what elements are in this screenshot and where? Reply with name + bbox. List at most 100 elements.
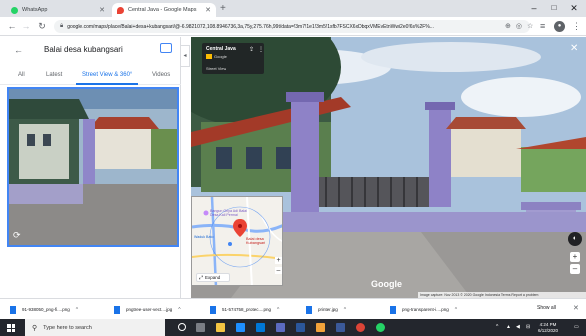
- media-icon[interactable]: ≡: [540, 21, 545, 31]
- task-view-icon[interactable]: [196, 323, 205, 332]
- photos-icon[interactable]: [336, 323, 345, 332]
- chrome-icon[interactable]: [356, 323, 365, 332]
- minimap[interactable]: Bangun Griya Adi Balai Desa Kali Permai …: [191, 196, 283, 286]
- taskbar-search-box[interactable]: ⚲ Type here to search: [25, 319, 165, 336]
- map-label: Bangun Griya Adi Balai Desa Kali Permai: [210, 209, 247, 217]
- chevron-up-icon[interactable]: ^: [455, 307, 457, 313]
- photo-category-tabs: All Latest Street View & 360° Videos: [0, 69, 181, 85]
- whatsapp-icon[interactable]: [376, 323, 385, 332]
- tab-all[interactable]: All: [18, 72, 25, 78]
- download-filename: 51-574758_protec....png: [222, 307, 272, 312]
- tab-latest[interactable]: Latest: [46, 72, 62, 78]
- address-bar[interactable]: 🔒︎ google.com/maps/place/Balai+desa+kuba…: [54, 20, 530, 33]
- chevron-up-icon[interactable]: ^: [344, 307, 346, 313]
- compass-icon[interactable]: ◐: [568, 232, 582, 246]
- download-filename: 91-938050_png-fi....png: [22, 307, 70, 312]
- close-downloads-icon[interactable]: ✕: [573, 304, 579, 312]
- minimize-window-icon[interactable]: –: [524, 2, 544, 14]
- edge-browser-icon[interactable]: [236, 323, 245, 332]
- thumbnail-scene: [9, 89, 177, 245]
- volume-icon[interactable]: ◀: [516, 324, 520, 330]
- street-view-thumbnail[interactable]: ⟳: [7, 87, 179, 247]
- street-view-label: Street View: [206, 66, 227, 71]
- photos-side-panel: ← Balai desa kubangsari All Latest Stree…: [0, 37, 181, 298]
- store-icon[interactable]: [256, 323, 265, 332]
- google-watermark: Google: [371, 279, 402, 289]
- zoom-out-icon[interactable]: –: [275, 267, 282, 274]
- tab-videos[interactable]: Videos: [152, 72, 170, 78]
- tab-google-maps[interactable]: Central Java - Google Maps ✕: [112, 3, 216, 17]
- chevron-up-icon[interactable]: ^: [76, 307, 78, 313]
- expand-icon: ⤢: [199, 274, 204, 281]
- tab-title: Central Java - Google Maps: [128, 7, 197, 13]
- clock-date: 6/12/2020: [538, 328, 559, 333]
- download-filename: png-transparent-i....png: [402, 307, 449, 312]
- street-view-360-icon: ⟳: [13, 230, 21, 240]
- map-label: Balai desa Kubangsari: [246, 237, 266, 245]
- tab-whatsapp[interactable]: WhatsApp ✕: [6, 3, 110, 17]
- chevron-up-icon[interactable]: ^: [178, 307, 180, 313]
- browser-toolbar: ← → ↻ 🔒︎ google.com/maps/place/Balai+des…: [0, 17, 586, 36]
- download-item[interactable]: printer.jpg ^: [306, 304, 346, 315]
- zoom-in-icon[interactable]: +: [275, 257, 282, 264]
- app-icon[interactable]: [316, 323, 325, 332]
- file-icon: [306, 305, 312, 314]
- zoom-out-icon[interactable]: –: [570, 264, 580, 274]
- file-icon: [390, 305, 396, 314]
- search-placeholder: Type here to search: [43, 324, 92, 331]
- close-street-view-icon[interactable]: ✕: [570, 44, 578, 54]
- download-item[interactable]: png-transparent-i....png ^: [390, 304, 457, 315]
- active-tab-indicator: [76, 83, 138, 85]
- menu-kebab-icon[interactable]: ⋮: [572, 21, 581, 31]
- network-icon[interactable]: ▲: [506, 324, 511, 330]
- new-tab-plus-icon[interactable]: +: [220, 3, 226, 15]
- expand-label: Expand: [205, 275, 221, 280]
- mail-icon[interactable]: [276, 323, 285, 332]
- download-item[interactable]: 51-574758_protec....png ^: [210, 304, 279, 315]
- map-label: Waduk Bato: [194, 235, 214, 239]
- browser-tab-strip: WhatsApp ✕ Central Java - Google Maps ✕ …: [0, 0, 586, 17]
- back-arrow-icon[interactable]: ←: [6, 21, 18, 31]
- location-icon[interactable]: ⊕: [505, 23, 516, 30]
- maximize-window-icon[interactable]: □: [544, 2, 564, 14]
- close-tab-icon[interactable]: ✕: [205, 6, 211, 14]
- back-arrow-icon[interactable]: ←: [14, 45, 23, 55]
- windows-start-icon[interactable]: [7, 324, 15, 332]
- downloads-bar: 91-938050_png-fi....png ^ pngtree-user-v…: [0, 298, 586, 319]
- street-view-info-card: Central Java ⇪ ⋮ Google Street View: [202, 43, 264, 74]
- tab-street-view-360[interactable]: Street View & 360°: [82, 72, 132, 78]
- address-bar-actions: ⊕◎☆: [505, 22, 538, 30]
- language-icon[interactable]: ⊟: [526, 324, 530, 330]
- lock-icon: 🔒︎: [60, 23, 64, 29]
- expand-map-button[interactable]: ⤢ Expand: [196, 273, 230, 282]
- forward-arrow-icon[interactable]: →: [20, 21, 32, 31]
- add-photo-icon[interactable]: [160, 43, 172, 53]
- close-window-icon[interactable]: ✕: [564, 2, 584, 14]
- show-all-downloads-link[interactable]: Show all: [537, 305, 556, 311]
- url-text: google.com/maps/place/Balai+desa+kubangs…: [67, 23, 434, 30]
- chevron-up-icon[interactable]: ^: [277, 307, 279, 313]
- file-explorer-icon[interactable]: [216, 323, 225, 332]
- file-icon: [210, 305, 216, 314]
- collapse-panel-button[interactable]: ◂: [181, 45, 190, 67]
- close-tab-icon[interactable]: ✕: [99, 6, 105, 14]
- zoom-in-icon[interactable]: +: [570, 252, 580, 262]
- download-filename: printer.jpg: [318, 307, 338, 312]
- cortana-icon[interactable]: [178, 323, 186, 331]
- whatsapp-favicon-icon: [11, 6, 18, 14]
- system-clock[interactable]: 4:24 PM 6/12/2020: [538, 322, 558, 334]
- more-options-icon[interactable]: ⋮: [258, 46, 264, 53]
- download-item[interactable]: pngtree-user-vect....jpg ^: [114, 304, 181, 315]
- extension-icon[interactable]: ◎: [516, 23, 527, 30]
- notifications-icon[interactable]: ▭: [574, 324, 579, 330]
- image-source: Google: [214, 54, 227, 59]
- file-icon: [10, 305, 16, 314]
- tray-chevron-up-icon[interactable]: ^: [496, 324, 498, 330]
- word-icon[interactable]: [296, 323, 305, 332]
- share-icon[interactable]: ⇪: [249, 46, 254, 53]
- profile-avatar[interactable]: ●: [554, 21, 565, 32]
- bookmark-star-icon[interactable]: ☆: [527, 23, 538, 30]
- windows-taskbar: ⚲ Type here to search ^ ▲ ◀ ⊟ 4:24 PM 6/…: [0, 319, 586, 336]
- download-item[interactable]: 91-938050_png-fi....png ^: [10, 304, 78, 315]
- reload-icon[interactable]: ↻: [36, 21, 48, 31]
